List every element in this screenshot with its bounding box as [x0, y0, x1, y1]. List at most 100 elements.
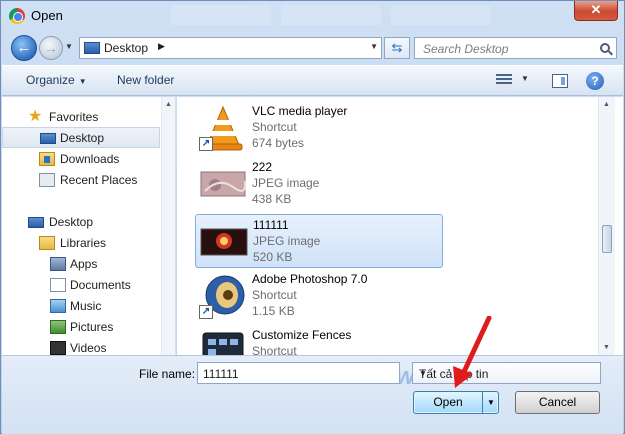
sidebar-item-apps[interactable]: Apps [2, 254, 160, 275]
sidebar-item-label: Documents [70, 278, 131, 292]
sidebar-item-label: Pictures [70, 320, 114, 334]
scroll-down-icon[interactable]: ▼ [603, 344, 610, 351]
breadcrumb-chevron-icon[interactable]: ▶ [158, 41, 165, 52]
apps-icon [50, 257, 66, 271]
organize-label: Organize [26, 73, 75, 87]
libraries-icon [39, 236, 55, 250]
documents-icon [50, 278, 66, 292]
sidebar-item-libraries[interactable]: Libraries [2, 233, 160, 254]
sidebar-item-label: Music [70, 299, 102, 313]
sidebar-item-label: Desktop [49, 215, 94, 229]
sidebar-item-recent-places[interactable]: Recent Places [2, 170, 160, 191]
desktop-icon [84, 42, 100, 54]
file-size: 520 KB [253, 250, 293, 264]
file-item-fences[interactable]: Customize Fences Shortcut [195, 325, 443, 355]
desktop-icon [28, 217, 44, 228]
view-options-dropdown-icon[interactable]: ▼ [521, 74, 529, 83]
file-name: 222 [252, 160, 273, 174]
recent-locations-dropdown-icon[interactable]: ▼ [65, 42, 73, 51]
file-name-field[interactable]: 111111 [197, 362, 400, 384]
pictures-icon [50, 320, 66, 334]
open-dialog: Open ✕ ← → ▼ Desktop ▶ ▼ ⇆ Search Deskto… [0, 0, 625, 434]
file-item-111111[interactable]: 111111 JPEG image 520 KB [195, 214, 443, 268]
desktop-icon [40, 133, 56, 144]
chrome-icon [9, 8, 25, 24]
search-input[interactable]: Search Desktop [414, 37, 617, 59]
file-item-222[interactable]: 222 JPEG image 438 KB [195, 157, 443, 211]
photoshop-icon: ↗ [199, 273, 247, 319]
file-type: Shortcut [252, 120, 297, 134]
sidebar-item-pictures[interactable]: Pictures [2, 317, 160, 338]
scroll-up-icon[interactable]: ▲ [603, 101, 610, 108]
file-list: ↗ VLC media player Shortcut 674 bytes 22… [177, 97, 623, 355]
image-thumbnail [199, 161, 247, 207]
file-name: VLC media player [252, 104, 348, 118]
file-name: 111111 [253, 218, 289, 232]
forward-button[interactable]: → [39, 36, 63, 60]
videos-icon [50, 341, 66, 355]
sidebar-item-label: Favorites [49, 110, 99, 124]
help-icon[interactable]: ? [586, 72, 604, 90]
change-view-icon[interactable] [496, 74, 512, 88]
sidebar-item-downloads[interactable]: Downloads [2, 149, 160, 170]
red-arrow-annotation [453, 316, 492, 388]
file-name: Adobe Photoshop 7.0 [252, 272, 368, 286]
file-item-vlc[interactable]: ↗ VLC media player Shortcut 674 bytes [195, 101, 443, 155]
search-icon[interactable] [600, 43, 610, 53]
navigation-pane: ★ Favorites Desktop Downloads Recent Pla… [2, 97, 176, 355]
refresh-button[interactable]: ⇆ [384, 37, 410, 59]
file-type: JPEG image [252, 176, 320, 190]
new-folder-button[interactable]: New folder [117, 73, 174, 87]
background-tabs [111, 1, 531, 29]
address-location[interactable]: Desktop [104, 41, 148, 55]
file-type: Shortcut [252, 288, 297, 302]
file-type: Shortcut [252, 344, 297, 355]
search-placeholder: Search Desktop [423, 42, 509, 56]
chevron-down-icon: ▼ [78, 77, 87, 86]
sidebar-item-music[interactable]: Music [2, 296, 160, 317]
file-name: Customize Fences [252, 328, 352, 342]
file-type: JPEG image [253, 234, 321, 248]
vlc-icon: ↗ [199, 105, 247, 151]
navigation-bar: ← → ▼ Desktop ▶ ▼ ⇆ Search Desktop [1, 31, 624, 63]
title-bar: Open ✕ [1, 1, 624, 31]
sidebar-item-favorites[interactable]: ★ Favorites [2, 107, 160, 128]
scrollbar-thumb[interactable] [602, 225, 612, 253]
file-size: 1.15 KB [252, 304, 295, 318]
organize-button[interactable]: Organize ▼ [26, 73, 87, 87]
sidebar-item-label: Desktop [60, 131, 105, 145]
close-button[interactable]: ✕ [574, 1, 618, 21]
sidebar-item-documents[interactable]: Documents [2, 275, 160, 296]
command-toolbar: Organize ▼ New folder ▼ ? [2, 65, 623, 96]
sidebar-item-label: Videos [70, 341, 107, 355]
cancel-button[interactable]: Cancel [515, 391, 600, 414]
file-item-photoshop[interactable]: ↗ Adobe Photoshop 7.0 Shortcut 1.15 KB [195, 269, 443, 323]
file-name-value[interactable]: 111111 [203, 367, 239, 381]
sidebar-item-desktop-root[interactable]: Desktop [2, 212, 160, 233]
file-size: 438 KB [252, 192, 292, 206]
sidebar-item-desktop[interactable]: Desktop [2, 127, 160, 148]
sidebar-item-videos[interactable]: Videos [2, 338, 160, 355]
music-icon [50, 299, 66, 313]
sidebar-item-label: Recent Places [60, 173, 138, 187]
file-list-scrollbar[interactable]: ▲ ▼ [598, 97, 615, 355]
sidebar-item-label: Apps [70, 257, 98, 271]
star-icon: ★ [28, 108, 43, 125]
navigation-scrollbar[interactable]: ▲ [161, 97, 175, 355]
recent-places-icon [39, 173, 55, 187]
scroll-up-icon[interactable]: ▲ [165, 101, 172, 108]
back-button[interactable]: ← [11, 35, 37, 61]
address-dropdown-icon[interactable]: ▼ [370, 42, 378, 51]
sidebar-item-label: Downloads [60, 152, 120, 166]
open-options-dropdown-icon[interactable]: ▼ [482, 392, 499, 413]
file-size: 674 bytes [252, 136, 305, 150]
address-bar[interactable]: Desktop ▶ ▼ [79, 37, 382, 59]
sidebar-item-label: Libraries [60, 236, 107, 250]
dialog-footer: Download.com.vn File name: 111111 Tất cả… [2, 355, 623, 434]
shortcut-arrow-icon: ↗ [199, 305, 213, 319]
image-thumbnail [200, 219, 248, 265]
fences-icon [199, 329, 247, 355]
preview-pane-icon[interactable] [552, 74, 568, 88]
open-button[interactable]: Open ▼ [413, 391, 499, 414]
open-label: Open [433, 395, 463, 409]
